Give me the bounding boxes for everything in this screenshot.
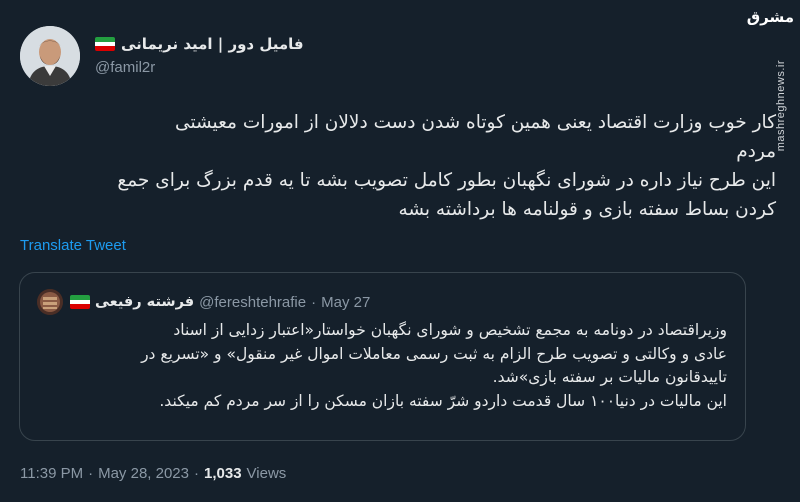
watermark: مشرق mashreghnews.ir bbox=[746, 0, 796, 502]
quoted-date: May 27 bbox=[321, 293, 371, 311]
author-avatar[interactable] bbox=[20, 26, 80, 86]
tweet-time[interactable]: 11:39 PM bbox=[20, 465, 83, 482]
quoted-line: وزیراقتصاد در دونامه به مجمع تشخیص و شور… bbox=[173, 321, 727, 339]
tweet-line: کار خوب وزارت اقتصاد یعنی همین کوتاه شدن… bbox=[175, 112, 776, 133]
author-display-name[interactable]: فامیل دور | امید نریمانی bbox=[121, 35, 304, 53]
separator-dot: · bbox=[311, 293, 317, 311]
translate-tweet-link[interactable]: Translate Tweet bbox=[20, 237, 126, 254]
separator-dot: · bbox=[88, 464, 94, 482]
watermark-site: mashreghnews.ir bbox=[775, 60, 787, 152]
quoted-header: فرشته رفیعی @fereshtehrafie · May 27 bbox=[70, 292, 370, 312]
iran-flag-icon bbox=[70, 295, 90, 309]
tweet-line: کردن بساط سفته بازی و قولنامه ها برداشته… bbox=[398, 199, 776, 220]
tweet-text: کار خوب وزارت اقتصاد یعنی همین کوتاه شدن… bbox=[76, 108, 776, 224]
author-handle[interactable]: @famil2r bbox=[95, 59, 155, 76]
quoted-line: عادی و وکالتی و تصویب طرح الزام به ثبت ر… bbox=[141, 344, 727, 363]
quoted-line: تاییدقانون مالیات بر سفته بازی»شد. bbox=[492, 368, 727, 386]
quoted-author-avatar bbox=[37, 289, 63, 315]
quoted-line: این مالیات در دنیا۱۰۰ سال قدمت دارد‌و شر… bbox=[159, 391, 727, 410]
views-label: Views bbox=[246, 464, 287, 482]
separator-dot: · bbox=[194, 464, 199, 482]
tweet-date[interactable]: May 28, 2023 bbox=[98, 465, 189, 482]
quoted-tweet[interactable]: فرشته رفیعی @fereshtehrafie · May 27 وزی… bbox=[19, 272, 746, 441]
quoted-text: وزیراقتصاد در دونامه به مجمع تشخیص و شور… bbox=[37, 319, 727, 413]
quoted-display-name: فرشته رفیعی bbox=[95, 294, 195, 310]
views-count: 1,033 bbox=[204, 464, 242, 482]
iran-flag-icon bbox=[95, 37, 115, 51]
author-name-line[interactable]: فامیل دور | امید نریمانی bbox=[95, 33, 304, 55]
tweet-line: این طرح نیاز داره در شورای نگهبان بطور ک… bbox=[117, 170, 776, 191]
tweet-meta: 11:39 PM · May 28, 2023 · 1,033 Views bbox=[20, 462, 286, 484]
watermark-logo: مشرق bbox=[746, 8, 794, 26]
quoted-handle: @fereshtehrafie bbox=[199, 293, 307, 311]
tweet-line: مردم bbox=[736, 141, 776, 162]
